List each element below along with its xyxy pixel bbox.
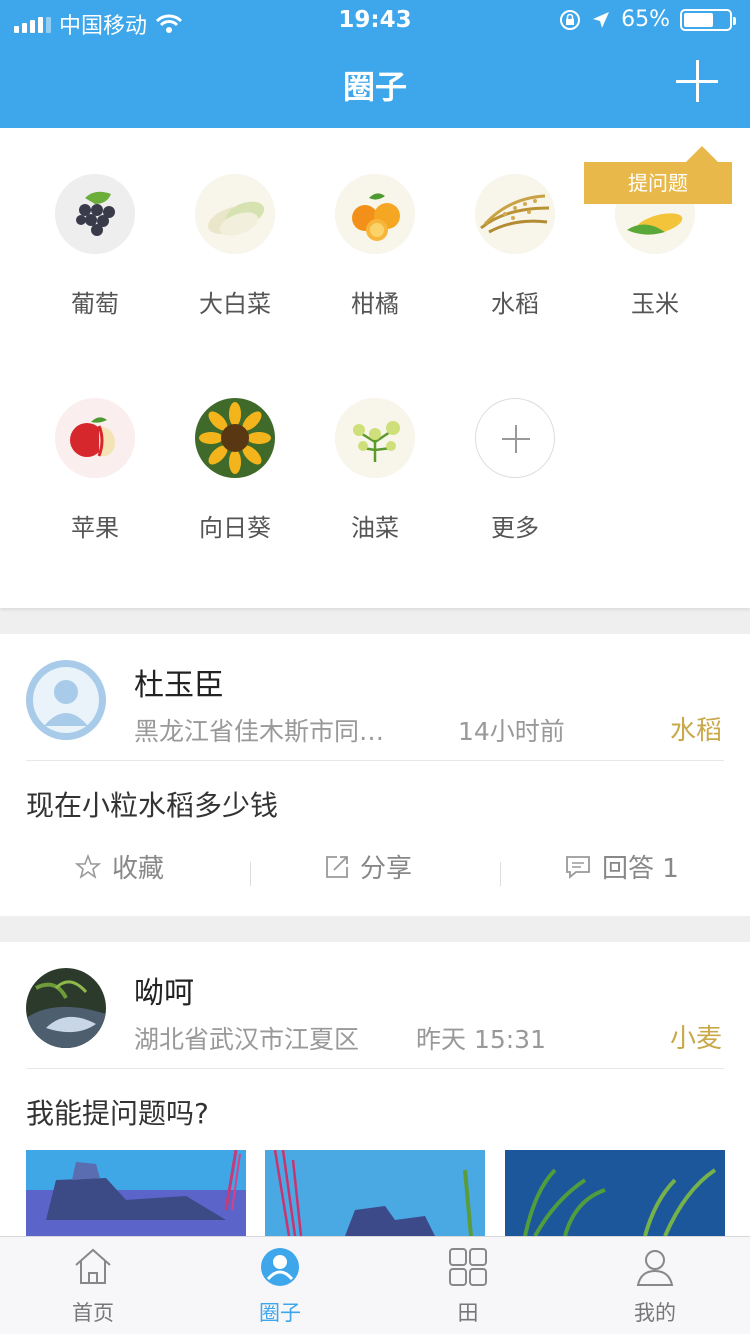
answer-label: 回答 1 <box>602 854 679 884</box>
post-actions: 收藏 分享 回答 1 <box>0 848 750 898</box>
star-icon <box>74 853 102 879</box>
answer-button[interactable]: 回答 1 <box>564 848 679 885</box>
cabbage-icon <box>195 174 275 254</box>
post-content[interactable]: 现在小粒水稻多少钱 <box>26 784 278 824</box>
post-card[interactable]: 杜玉臣 黑龙江省佳木斯市同… 14小时前 水稻 现在小粒水稻多少钱 收藏 分享 … <box>0 634 750 916</box>
post-location: 湖北省武汉市江夏区 <box>134 1025 360 1054</box>
category-sunflower[interactable]: 向日葵 <box>165 398 305 543</box>
tab-label: 圈子 <box>259 1301 301 1325</box>
post-image[interactable] <box>505 1150 725 1236</box>
share-icon <box>326 855 348 878</box>
share-button[interactable]: 分享 <box>324 848 412 885</box>
post-card[interactable]: 呦呵 湖北省武汉市江夏区 昨天 15:31 小麦 我能提问题吗? <box>0 942 750 1236</box>
category-label: 玉米 <box>631 290 679 318</box>
divider <box>250 862 251 886</box>
page-title: 圈子 <box>342 68 407 106</box>
share-label: 分享 <box>360 854 413 884</box>
category-label: 向日葵 <box>199 514 271 542</box>
tab-bar: 首页 圈子 田 我的 <box>0 1236 750 1334</box>
favorite-label: 收藏 <box>112 854 165 884</box>
divider <box>26 760 724 761</box>
apple-icon <box>55 398 135 478</box>
tab-label: 田 <box>457 1301 479 1325</box>
user-icon <box>636 1250 674 1286</box>
tooltip-text: 提问题 <box>628 171 688 195</box>
category-orange[interactable]: 柑橘 <box>305 174 445 319</box>
tab-home[interactable]: 首页 <box>33 1245 153 1327</box>
plus-icon <box>475 398 555 478</box>
orange-icon <box>335 174 415 254</box>
category-rapeseed[interactable]: 油菜 <box>305 398 445 543</box>
category-label: 水稻 <box>491 290 539 318</box>
category-cabbage[interactable]: 大白菜 <box>165 174 305 319</box>
post-time: 14小时前 <box>458 717 565 746</box>
ask-question-tooltip[interactable]: 提问题 <box>584 146 732 204</box>
post-image[interactable] <box>26 1150 246 1236</box>
top-bar: 中国移动 19:43 65% 圈子 <box>0 0 750 128</box>
grid-icon <box>449 1248 487 1286</box>
divider <box>26 1068 724 1069</box>
favorite-button[interactable]: 收藏 <box>74 848 164 885</box>
circle-icon <box>261 1248 299 1286</box>
post-image[interactable] <box>265 1150 485 1236</box>
username[interactable]: 呦呵 <box>134 968 194 1012</box>
post-time: 昨天 15:31 <box>416 1025 546 1054</box>
rapeseed-icon <box>335 398 415 478</box>
tab-label: 我的 <box>634 1301 676 1325</box>
crop-tag[interactable]: 小麦 <box>670 1018 722 1055</box>
comment-icon <box>566 855 590 879</box>
tab-mine[interactable]: 我的 <box>595 1245 715 1327</box>
divider <box>500 862 501 886</box>
category-label: 柑橘 <box>351 290 399 318</box>
grape-icon <box>55 174 135 254</box>
category-label: 苹果 <box>71 514 119 542</box>
category-grape[interactable]: 葡萄 <box>25 174 165 319</box>
avatar[interactable] <box>26 660 106 740</box>
category-label: 更多 <box>491 514 539 542</box>
rice-icon <box>475 174 555 254</box>
location-arrow-icon <box>593 11 610 28</box>
post-location: 黑龙江省佳木斯市同… <box>134 717 385 746</box>
category-apple[interactable]: 苹果 <box>25 398 165 543</box>
battery-percent: 65% <box>621 7 670 32</box>
battery-icon <box>680 8 736 31</box>
add-post-button[interactable] <box>674 58 720 104</box>
crop-tag[interactable]: 水稻 <box>670 710 722 747</box>
status-bar: 中国移动 19:43 65% <box>0 0 750 40</box>
tab-field[interactable]: 田 <box>408 1245 528 1327</box>
post-content[interactable]: 我能提问题吗? <box>26 1092 209 1132</box>
category-rice[interactable]: 水稻 <box>445 174 585 319</box>
home-icon <box>75 1248 111 1284</box>
avatar[interactable] <box>26 968 106 1048</box>
tab-label: 首页 <box>72 1301 114 1325</box>
category-label: 葡萄 <box>71 290 119 318</box>
username[interactable]: 杜玉臣 <box>134 660 224 704</box>
category-label: 油菜 <box>351 514 399 542</box>
rotation-lock-icon <box>560 9 581 30</box>
sunflower-icon <box>195 398 275 478</box>
category-label: 大白菜 <box>199 290 271 318</box>
tab-circle[interactable]: 圈子 <box>220 1245 340 1327</box>
category-more[interactable]: 更多 <box>445 398 585 543</box>
